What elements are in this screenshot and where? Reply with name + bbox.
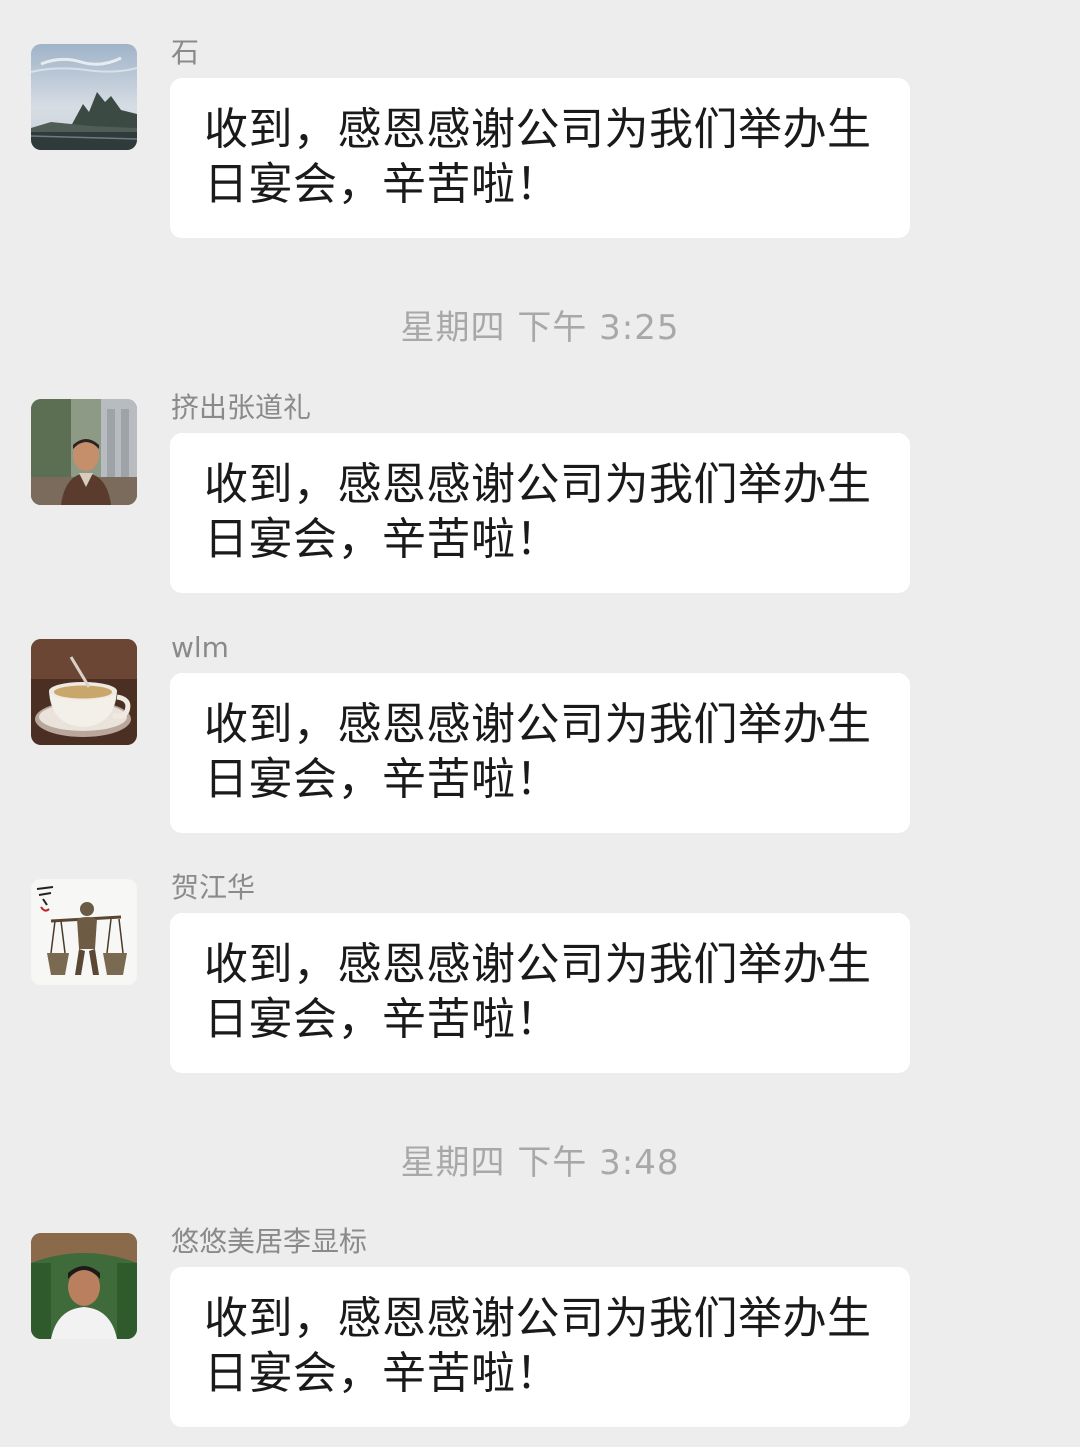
timestamp-label: 星期四 下午 3:25 bbox=[400, 308, 680, 348]
statue-icon bbox=[31, 879, 137, 985]
message-bubble[interactable]: 收到，感恩感谢公司为我们举办生日宴会，辛苦啦！ bbox=[170, 913, 910, 1073]
person-icon bbox=[31, 1233, 137, 1339]
message-bubble[interactable]: 收到，感恩感谢公司为我们举办生日宴会，辛苦啦！ bbox=[170, 433, 910, 593]
sender-name: 悠悠美居李显标 bbox=[171, 1225, 368, 1258]
chat-message-list[interactable]: 石 收到，感恩感谢公司为我们举办生日宴会，辛苦啦！ 星期四 下午 3:25 挤出… bbox=[0, 0, 1080, 1447]
sender-name: wlm bbox=[171, 631, 229, 664]
sender-name: 贺江华 bbox=[171, 871, 256, 904]
message-bubble[interactable]: 收到，感恩感谢公司为我们举办生日宴会，辛苦啦！ bbox=[170, 78, 910, 238]
carrying-pole-statue-avatar[interactable] bbox=[31, 879, 137, 985]
message-bubble[interactable]: 收到，感恩感谢公司为我们举办生日宴会，辛苦啦！ bbox=[170, 1267, 910, 1427]
sender-name: 挤出张道礼 bbox=[171, 391, 312, 424]
man-green-background-avatar[interactable] bbox=[31, 1233, 137, 1339]
timestamp-label: 星期四 下午 3:48 bbox=[400, 1143, 680, 1183]
landscape-icon bbox=[31, 44, 137, 150]
person-icon bbox=[31, 399, 137, 505]
coffee-cup-avatar[interactable] bbox=[31, 639, 137, 745]
coffee-cup-icon bbox=[31, 639, 137, 745]
message-bubble[interactable]: 收到，感恩感谢公司为我们举办生日宴会，辛苦啦！ bbox=[170, 673, 910, 833]
landscape-mountain-river-avatar[interactable] bbox=[31, 44, 137, 150]
man-outdoor-portrait-avatar[interactable] bbox=[31, 399, 137, 505]
sender-name: 石 bbox=[171, 36, 200, 69]
